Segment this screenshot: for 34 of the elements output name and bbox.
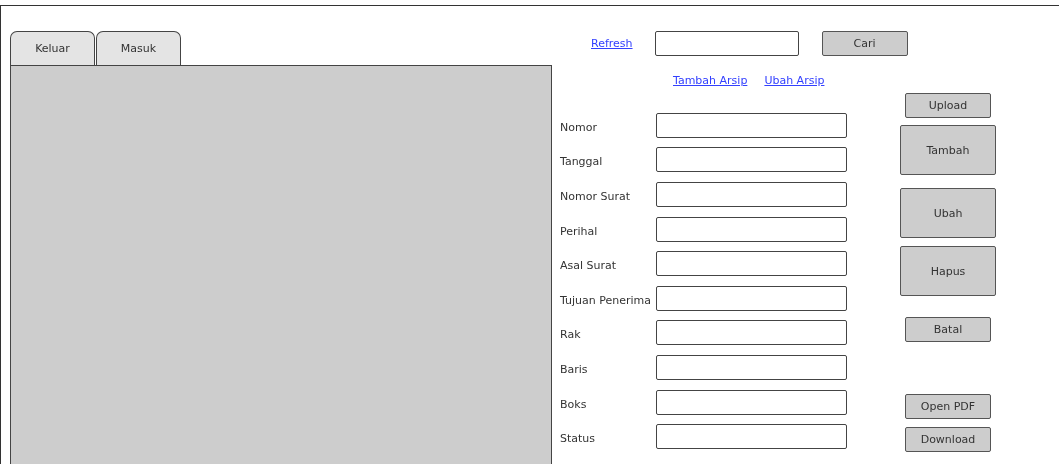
action-button[interactable]: Upload xyxy=(905,93,991,118)
action-button[interactable]: Ubah xyxy=(900,188,996,238)
field-label: Tujuan Penerima xyxy=(560,292,653,307)
action-button[interactable]: Hapus xyxy=(900,246,996,296)
input-field[interactable] xyxy=(656,251,847,277)
input-field[interactable] xyxy=(656,320,847,346)
search-field[interactable] xyxy=(654,30,799,56)
input-field[interactable] xyxy=(656,285,847,311)
field-label: Tanggal xyxy=(560,154,604,169)
input-field[interactable] xyxy=(656,182,847,207)
action-button[interactable]: Download xyxy=(905,427,991,452)
field-label: Asal Surat xyxy=(560,258,618,273)
nav-link[interactable]: Tambah Arsip xyxy=(673,73,748,87)
field-label: Boks xyxy=(560,396,588,411)
action-button[interactable]: Open PDF xyxy=(905,394,991,419)
nav-link[interactable]: Ubah Arsip xyxy=(764,73,825,87)
input-field[interactable] xyxy=(656,147,847,173)
field-label: Status xyxy=(560,431,597,446)
field-label: Baris xyxy=(560,361,589,376)
action-button[interactable]: Tambah xyxy=(900,125,996,175)
field-label: Rak xyxy=(560,327,582,342)
input-field[interactable] xyxy=(656,389,847,415)
field-label: Nomor Surat xyxy=(560,189,631,203)
field-label: Perihal xyxy=(560,223,599,238)
input-field[interactable] xyxy=(656,216,847,242)
tab[interactable]: Masuk xyxy=(96,31,181,65)
tab[interactable]: Keluar xyxy=(10,31,95,65)
input-field[interactable] xyxy=(656,112,847,138)
input-field[interactable] xyxy=(656,424,847,450)
search-button[interactable]: Cari xyxy=(821,30,908,56)
field-label: Nomor xyxy=(560,119,598,134)
action-button[interactable]: Batal xyxy=(905,317,991,342)
input-field[interactable] xyxy=(656,354,847,380)
refresh-link[interactable]: Refresh xyxy=(591,36,633,50)
